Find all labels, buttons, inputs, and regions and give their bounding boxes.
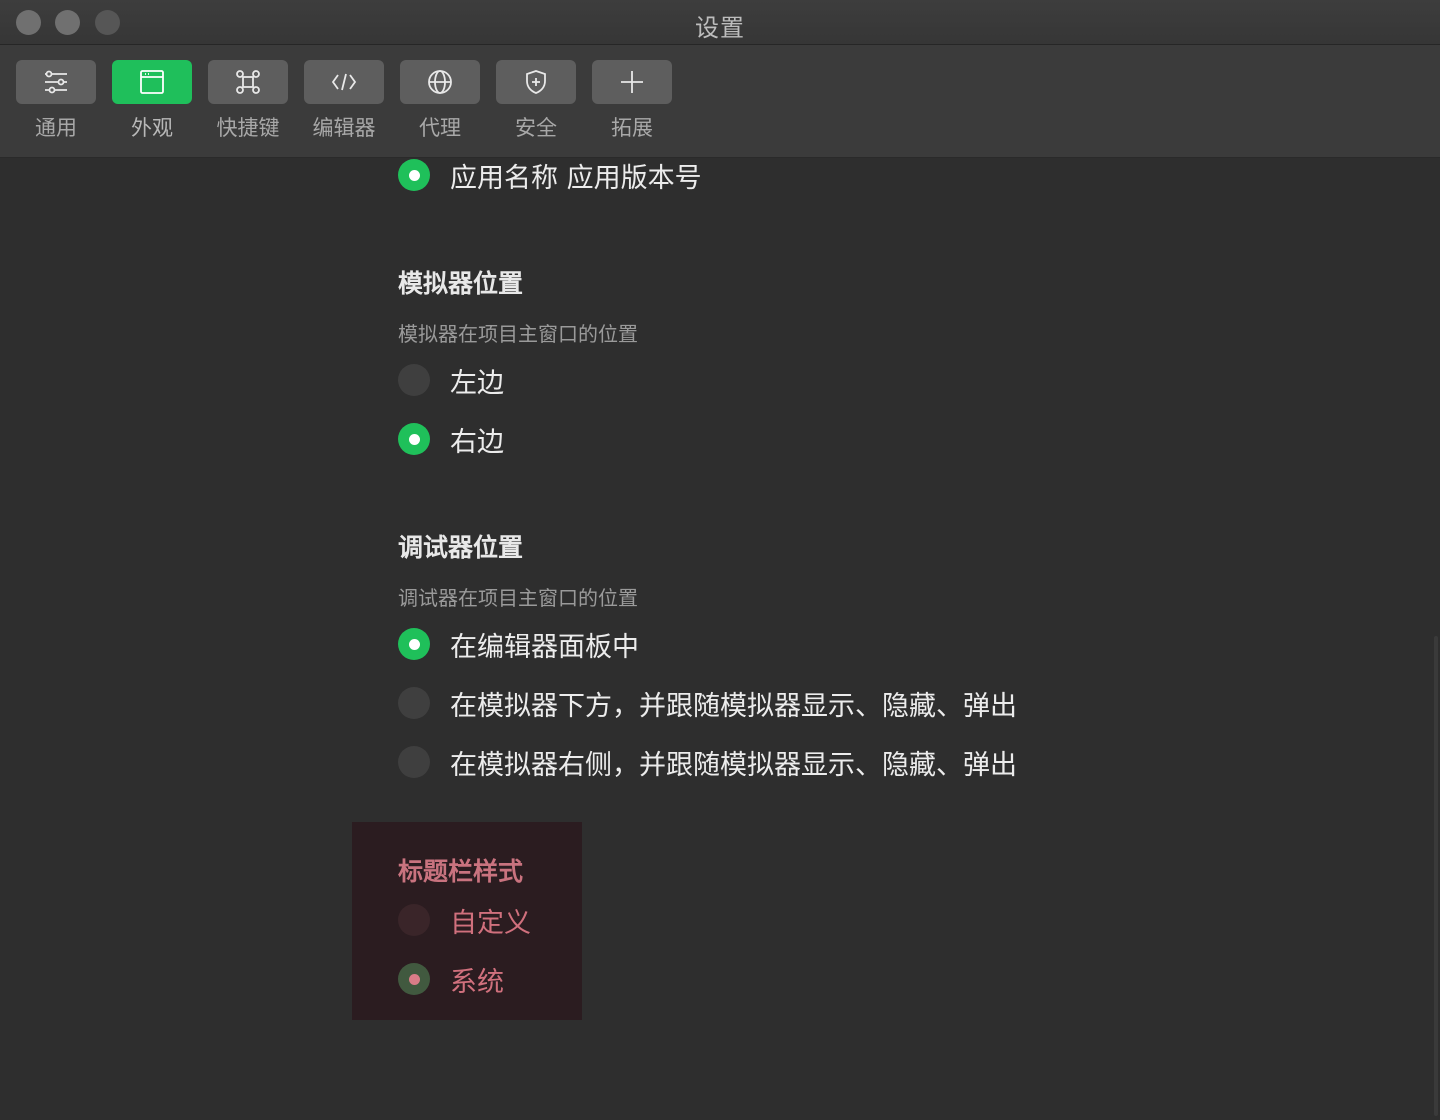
settings-content: 应用名称 应用版本号 模拟器位置 模拟器在项目主窗口的位置 左边 右边 调试器位… xyxy=(0,158,1440,1120)
radio-simulator-left[interactable]: 左边 xyxy=(398,363,504,399)
tab-label: 编辑器 xyxy=(312,116,376,140)
radio-label: 在模拟器下方，并跟随模拟器显示、隐藏、弹出 xyxy=(450,690,1017,722)
command-icon xyxy=(236,70,260,94)
radio-simulator-right[interactable]: 右边 xyxy=(398,422,504,458)
radio-button[interactable] xyxy=(398,628,430,660)
tab-editor[interactable]: 编辑器 xyxy=(304,60,384,142)
tab-security[interactable]: 安全 xyxy=(496,60,576,142)
radio-app-name-version[interactable]: 应用名称 应用版本号 xyxy=(398,158,702,194)
radio-label: 在编辑器面板中 xyxy=(450,631,639,663)
radio-titlebar-custom[interactable]: 自定义 xyxy=(398,903,531,939)
radio-label: 左边 xyxy=(450,367,504,399)
radio-button[interactable] xyxy=(398,963,430,995)
radio-label: 在模拟器右侧，并跟随模拟器显示、隐藏、弹出 xyxy=(450,749,1017,781)
tab-appearance[interactable]: 外观 xyxy=(112,60,192,142)
plus-icon xyxy=(621,71,643,93)
tab-general[interactable]: 通用 xyxy=(16,60,96,142)
titlebar-style-title: 标题栏样式 xyxy=(398,857,524,886)
tab-shortcuts[interactable]: 快捷键 xyxy=(208,60,288,142)
debugger-position-title: 调试器位置 xyxy=(398,533,524,562)
simulator-position-description: 模拟器在项目主窗口的位置 xyxy=(398,322,638,346)
tab-label: 代理 xyxy=(419,116,461,140)
title-bar: 设置 xyxy=(0,0,1440,45)
simulator-position-title: 模拟器位置 xyxy=(398,269,524,298)
window-icon xyxy=(140,70,164,94)
tab-proxy[interactable]: 代理 xyxy=(400,60,480,142)
radio-label: 系统 xyxy=(450,966,504,998)
titlebar-style-section: 标题栏样式 自定义 系统 xyxy=(352,822,582,1020)
sliders-icon xyxy=(45,70,67,94)
shield-icon xyxy=(526,70,546,94)
tab-label: 外观 xyxy=(131,116,173,140)
radio-debugger-right-of-simulator[interactable]: 在模拟器右侧，并跟随模拟器显示、隐藏、弹出 xyxy=(398,745,1017,781)
radio-button[interactable] xyxy=(398,687,430,719)
debugger-position-description: 调试器在项目主窗口的位置 xyxy=(398,586,638,610)
radio-label: 右边 xyxy=(450,426,504,458)
radio-button[interactable] xyxy=(398,746,430,778)
settings-toolbar: 通用 外观 快捷键 编辑器 代理 安全 拓展 xyxy=(0,45,1440,158)
radio-button[interactable] xyxy=(398,364,430,396)
radio-button[interactable] xyxy=(398,159,430,191)
code-icon xyxy=(331,73,357,91)
radio-debugger-in-editor[interactable]: 在编辑器面板中 xyxy=(398,627,639,663)
tab-label: 拓展 xyxy=(611,116,653,140)
radio-titlebar-system[interactable]: 系统 xyxy=(398,962,504,998)
radio-debugger-below-simulator[interactable]: 在模拟器下方，并跟随模拟器显示、隐藏、弹出 xyxy=(398,686,1017,722)
tab-label: 安全 xyxy=(515,116,557,140)
radio-label: 应用名称 应用版本号 xyxy=(450,162,702,194)
window-title: 设置 xyxy=(695,14,745,42)
scrollbar[interactable] xyxy=(1434,636,1438,1116)
radio-label: 自定义 xyxy=(450,907,531,939)
tab-label: 通用 xyxy=(35,116,77,140)
globe-icon xyxy=(428,70,452,94)
radio-button[interactable] xyxy=(398,904,430,936)
tab-label: 快捷键 xyxy=(216,116,280,140)
radio-button[interactable] xyxy=(398,423,430,455)
tab-extensions[interactable]: 拓展 xyxy=(592,60,672,142)
